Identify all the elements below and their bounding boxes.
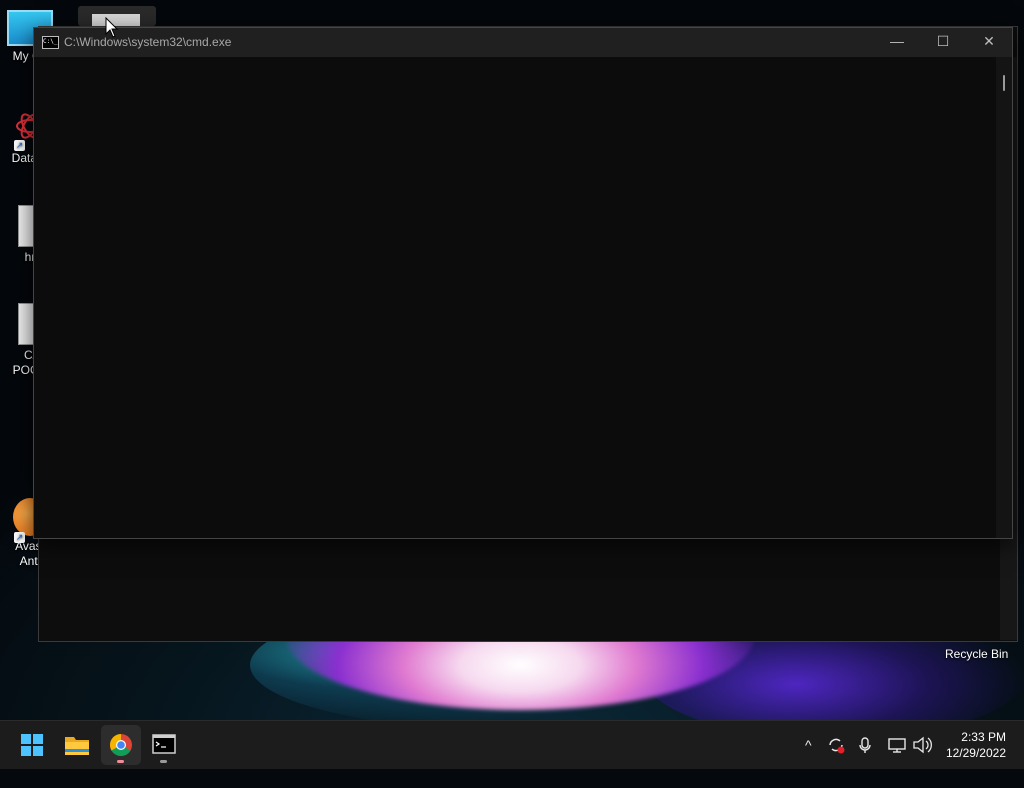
clock-date: 12/29/2022 — [945, 746, 1006, 760]
cmd-window[interactable]: C:\_ C:\Windows\system32\cmd.exe — ☐ ✕ — [33, 27, 1013, 539]
speaker-icon[interactable] — [911, 721, 933, 769]
taskbar: ^ 2:33 PM 12/29/2022 — [0, 720, 1024, 769]
title-bar[interactable]: C:\_ C:\Windows\system32\cmd.exe — ☐ ✕ — [34, 28, 1012, 57]
chrome-button[interactable] — [101, 725, 141, 765]
cmd-taskbar-button[interactable] — [144, 725, 184, 765]
sync-icon[interactable] — [826, 721, 846, 769]
shortcut-arrow-icon: ↗ — [14, 140, 25, 151]
clock-time: 2:33 PM — [961, 730, 1006, 744]
clock[interactable]: 2:33 PM 12/29/2022 — [946, 729, 1006, 761]
console-output[interactable] — [34, 57, 994, 538]
chrome-icon — [110, 734, 132, 756]
minimize-button[interactable]: — — [874, 28, 920, 57]
close-button[interactable]: ✕ — [966, 28, 1012, 57]
cmd-icon: C:\_ — [42, 36, 59, 49]
recycle-bin-label[interactable]: Recycle Bin — [945, 647, 1008, 661]
mouse-cursor-icon — [105, 17, 119, 38]
cmd-icon — [152, 734, 176, 754]
file-explorer-button[interactable] — [57, 725, 97, 765]
start-button[interactable] — [12, 725, 52, 765]
show-hidden-icons-chevron-icon[interactable]: ^ — [805, 721, 812, 769]
running-indicator — [160, 760, 167, 763]
scrollbar-thumb[interactable] — [1003, 75, 1005, 91]
network-icon[interactable] — [886, 721, 908, 769]
running-indicator — [117, 760, 124, 763]
maximize-button[interactable]: ☐ — [920, 28, 966, 57]
windows-start-icon — [21, 734, 43, 756]
file-explorer-icon — [65, 737, 89, 755]
vertical-scrollbar[interactable] — [996, 57, 1012, 538]
shortcut-arrow-icon: ↗ — [14, 532, 25, 543]
window-title: C:\Windows\system32\cmd.exe — [64, 35, 232, 49]
microphone-icon[interactable] — [855, 721, 875, 769]
